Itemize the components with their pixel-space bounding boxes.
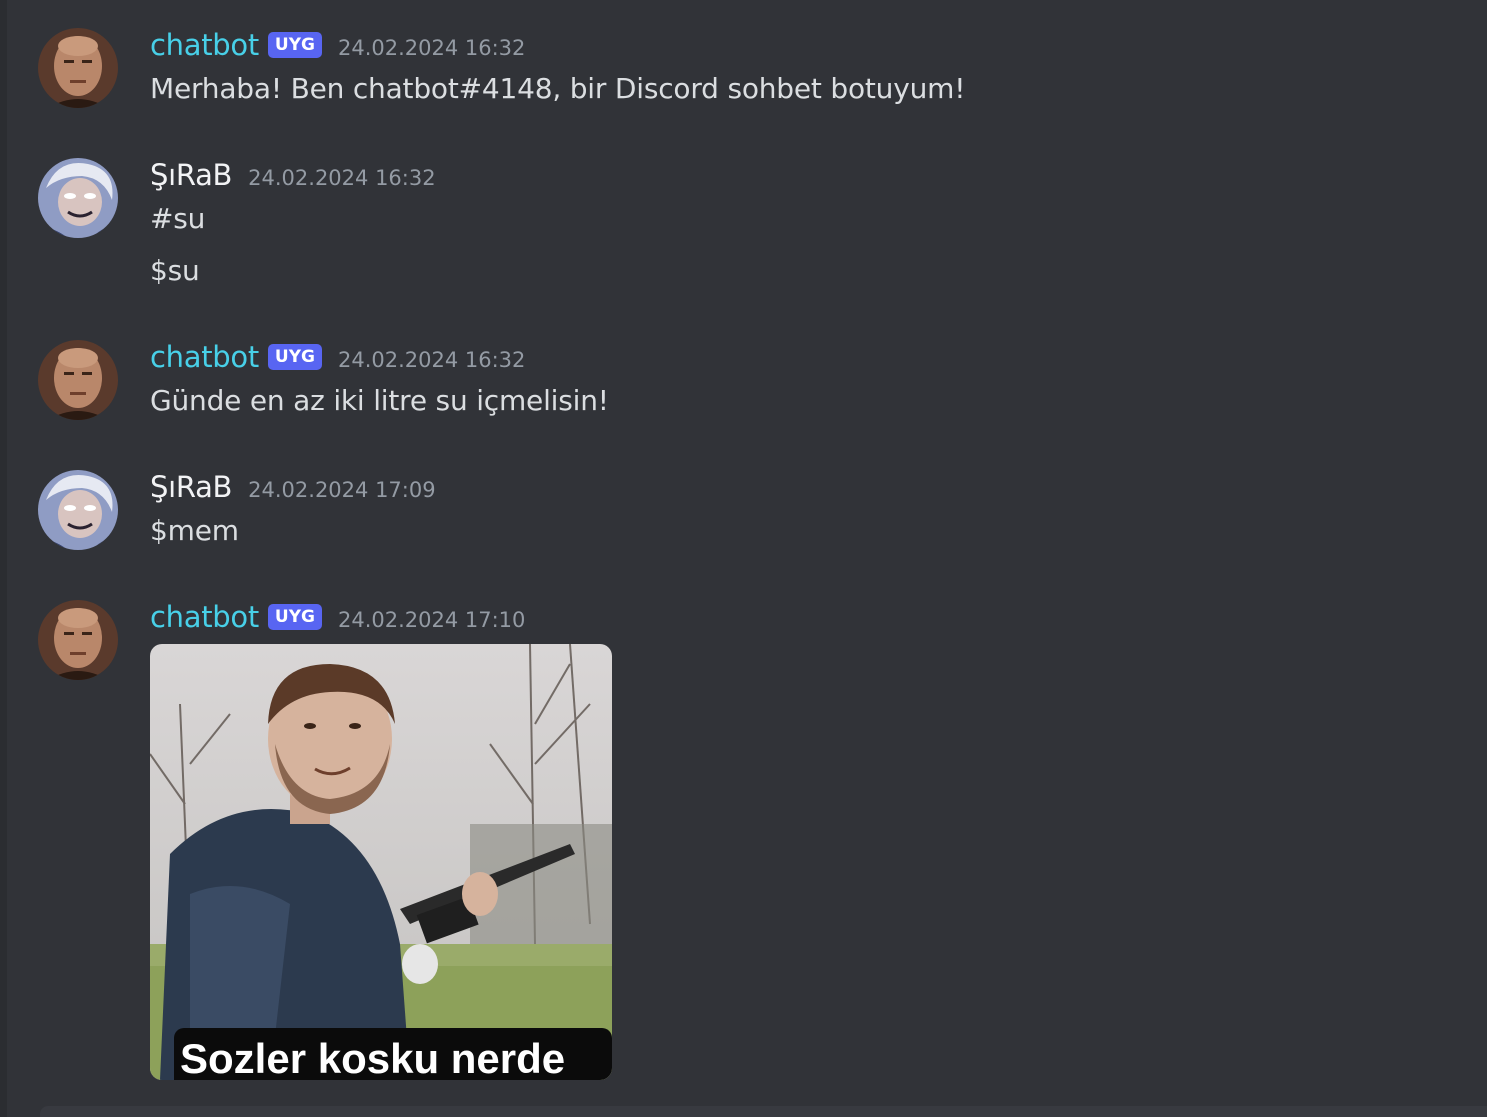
timestamp[interactable]: 24.02.2024 17:10 — [338, 608, 525, 632]
app-badge: UYG — [267, 344, 322, 370]
message-header: chatbot UYG 24.02.2024 17:10 — [150, 600, 525, 634]
message-text: $mem — [150, 514, 239, 547]
message-header: chatbot UYG 24.02.2024 16:32 — [150, 340, 525, 374]
app-badge: UYG — [267, 32, 322, 58]
bald-man-avatar-icon[interactable] — [38, 28, 118, 108]
bald-man-avatar-icon[interactable] — [38, 600, 118, 680]
message-header: ŞıRaB 24.02.2024 16:32 — [150, 158, 436, 192]
meme-caption: Sozler kosku nerde — [174, 1028, 612, 1080]
anime-character-avatar-icon[interactable] — [38, 158, 118, 238]
message-header: chatbot UYG 24.02.2024 16:32 — [150, 28, 525, 62]
message-list: chatbot UYG 24.02.2024 16:32 Merhaba! Be… — [0, 0, 1487, 1117]
app-badge: UYG — [267, 604, 322, 630]
username[interactable]: ŞıRaB — [150, 158, 232, 192]
message-input-bar[interactable] — [40, 1106, 1487, 1117]
message-text: $su — [150, 254, 200, 287]
username[interactable]: chatbot — [150, 600, 259, 634]
username[interactable]: chatbot — [150, 28, 259, 62]
meme-image-attachment[interactable]: Sozler kosku nerde — [150, 644, 612, 1080]
message-text: Merhaba! Ben chatbot#4148, bir Discord s… — [150, 72, 966, 105]
anime-character-avatar-icon[interactable] — [38, 470, 118, 550]
message-text: #su — [150, 202, 206, 235]
bald-man-avatar-icon[interactable] — [38, 340, 118, 420]
username[interactable]: chatbot — [150, 340, 259, 374]
timestamp[interactable]: 24.02.2024 16:32 — [338, 348, 525, 372]
message-header: ŞıRaB 24.02.2024 17:09 — [150, 470, 436, 504]
username[interactable]: ŞıRaB — [150, 470, 232, 504]
timestamp[interactable]: 24.02.2024 16:32 — [338, 36, 525, 60]
message-text: Günde en az iki litre su içmelisin! — [150, 384, 609, 417]
timestamp[interactable]: 24.02.2024 17:09 — [248, 478, 435, 502]
timestamp[interactable]: 24.02.2024 16:32 — [248, 166, 435, 190]
